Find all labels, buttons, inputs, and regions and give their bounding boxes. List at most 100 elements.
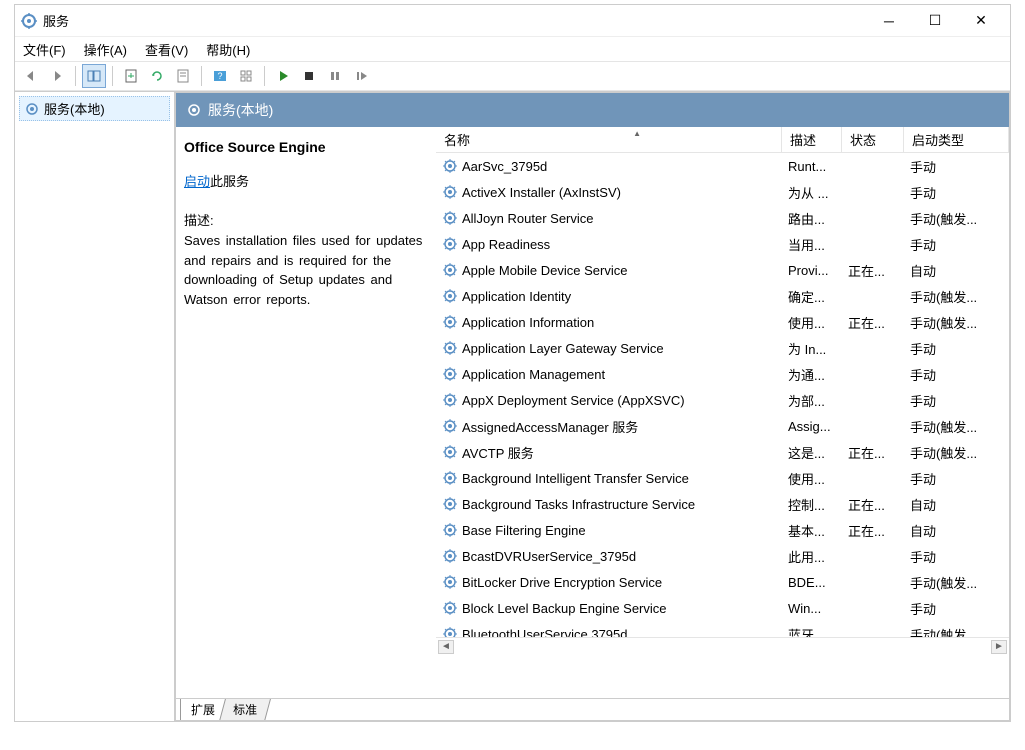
show-hide-tree-button[interactable]	[82, 64, 106, 88]
cell-desc: Win...	[782, 601, 842, 616]
service-gear-icon	[442, 470, 458, 486]
cell-name: AppX Deployment Service (AppXSVC)	[436, 392, 782, 408]
forward-button[interactable]	[45, 64, 69, 88]
cell-name: AllJoyn Router Service	[436, 210, 782, 226]
minimize-button[interactable]: ─	[866, 6, 912, 36]
cell-name: AVCTP 服务	[436, 443, 782, 462]
export-button[interactable]	[119, 64, 143, 88]
service-row[interactable]: AssignedAccessManager 服务Assig...手动(触发...	[436, 413, 1009, 439]
service-gear-icon	[442, 288, 458, 304]
titlebar: 服务 ─ ☐ ✕	[15, 5, 1010, 37]
service-row[interactable]: Application Management为通...手动	[436, 361, 1009, 387]
cell-status: 正在...	[842, 495, 904, 514]
cell-desc: Assig...	[782, 419, 842, 434]
description-text: Saves installation files used for update…	[184, 231, 428, 309]
cell-desc: 这是...	[782, 443, 842, 462]
cell-startup: 手动	[904, 391, 1009, 410]
service-gear-icon	[442, 262, 458, 278]
col-header-desc[interactable]: 描述	[782, 127, 842, 152]
cell-name: AarSvc_3795d	[436, 158, 782, 174]
services-rows[interactable]: AarSvc_3795dRunt... 手动 ActiveX Installer (…	[436, 153, 1009, 637]
start-service-row: 启动此服务	[184, 171, 428, 190]
list-header-bar: 服务(本地)	[176, 93, 1009, 127]
cell-startup: 手动	[904, 469, 1009, 488]
service-row[interactable]: AppX Deployment Service (AppXSVC)为部...手动	[436, 387, 1009, 413]
service-gear-icon	[442, 236, 458, 252]
cell-startup: 自动	[904, 495, 1009, 514]
service-row[interactable]: ActiveX Installer (AxInstSV)为从 ...手动	[436, 179, 1009, 205]
sort-indicator-icon: ▲	[633, 129, 641, 138]
service-row[interactable]: App Readiness当用...手动	[436, 231, 1009, 257]
start-service-link[interactable]: 启动	[184, 174, 210, 189]
cell-startup: 自动	[904, 521, 1009, 540]
service-row[interactable]: Background Tasks Infrastructure Service控…	[436, 491, 1009, 517]
service-row[interactable]: AVCTP 服务这是...正在...手动(触发...	[436, 439, 1009, 465]
service-gear-icon	[442, 210, 458, 226]
service-gear-icon	[442, 418, 458, 434]
service-row[interactable]: BcastDVRUserService_3795d此用...手动	[436, 543, 1009, 569]
description-pane: Office Source Engine 启动此服务 描述: Saves ins…	[176, 127, 436, 698]
service-row[interactable]: Block Level Backup Engine ServiceWin...手…	[436, 595, 1009, 621]
cell-desc: 使用...	[782, 469, 842, 488]
col-header-status[interactable]: 状态	[842, 127, 904, 152]
scroll-left-icon[interactable]: ◄	[438, 640, 454, 654]
cell-startup: 手动(触发...	[904, 313, 1009, 332]
service-row[interactable]: AllJoyn Router Service路由...手动(触发...	[436, 205, 1009, 231]
services-window: 服务 ─ ☐ ✕ 文件(F) 操作(A) 查看(V) 帮助(H) ?	[14, 4, 1011, 722]
close-button[interactable]: ✕	[958, 6, 1004, 36]
tab-standard[interactable]: 标准	[219, 699, 271, 721]
cell-startup: 手动	[904, 339, 1009, 358]
menu-help[interactable]: 帮助(H)	[206, 40, 250, 59]
horizontal-scrollbar[interactable]: ◄ ►	[436, 637, 1009, 655]
cell-desc: 控制...	[782, 495, 842, 514]
list-pane-container: 服务(本地) Office Source Engine 启动此服务 描述: Sa…	[175, 92, 1010, 721]
service-row[interactable]: Application Identity确定...手动(触发...	[436, 283, 1009, 309]
service-gear-icon	[442, 392, 458, 408]
start-service-button[interactable]	[271, 64, 295, 88]
maximize-button[interactable]: ☐	[912, 6, 958, 36]
cell-name: ActiveX Installer (AxInstSV)	[436, 184, 782, 200]
service-row[interactable]: BluetoothUserService 3795d蓝牙...手动(触发...	[436, 621, 1009, 637]
options-button[interactable]	[234, 64, 258, 88]
cell-name: Block Level Backup Engine Service	[436, 600, 782, 616]
cell-name: Application Information	[436, 314, 782, 330]
service-gear-icon	[442, 574, 458, 590]
cell-name: App Readiness	[436, 236, 782, 252]
properties-button[interactable]	[171, 64, 195, 88]
tree-item-services-local[interactable]: 服务(本地)	[19, 96, 170, 121]
service-row[interactable]: Base Filtering Engine基本...正在...自动	[436, 517, 1009, 543]
cell-status: 正在...	[842, 443, 904, 462]
cell-desc: 此用...	[782, 547, 842, 566]
stop-service-button[interactable]	[297, 64, 321, 88]
menu-action[interactable]: 操作(A)	[84, 40, 127, 59]
cell-name: BitLocker Drive Encryption Service	[436, 574, 782, 590]
cell-startup: 自动	[904, 261, 1009, 280]
service-row[interactable]: Application Information使用...正在...手动(触发..…	[436, 309, 1009, 335]
service-row[interactable]: BitLocker Drive Encryption ServiceBDE...…	[436, 569, 1009, 595]
cell-startup: 手动(触发...	[904, 573, 1009, 592]
cell-startup: 手动	[904, 157, 1009, 176]
back-button[interactable]	[19, 64, 43, 88]
col-header-startup[interactable]: 启动类型	[904, 127, 1009, 152]
service-row[interactable]: Apple Mobile Device ServiceProvi...正在...…	[436, 257, 1009, 283]
cell-desc: 基本...	[782, 521, 842, 540]
refresh-button[interactable]	[145, 64, 169, 88]
restart-service-button[interactable]	[349, 64, 373, 88]
column-headers: 名称▲ 描述 状态 启动类型	[436, 127, 1009, 153]
pause-service-button[interactable]	[323, 64, 347, 88]
col-header-name[interactable]: 名称▲	[436, 127, 782, 152]
service-row[interactable]: Application Layer Gateway Service为 In...…	[436, 335, 1009, 361]
menu-file[interactable]: 文件(F)	[23, 40, 66, 59]
help-button[interactable]: ?	[208, 64, 232, 88]
service-gear-icon	[442, 626, 458, 637]
scroll-right-icon[interactable]: ►	[991, 640, 1007, 654]
cell-desc: Runt...	[782, 159, 842, 174]
cell-name: Background Tasks Infrastructure Service	[436, 496, 782, 512]
service-row[interactable]: AarSvc_3795dRunt... 手动	[436, 153, 1009, 179]
menu-view[interactable]: 查看(V)	[145, 40, 188, 59]
service-row[interactable]: Background Intelligent Transfer Service使…	[436, 465, 1009, 491]
cell-name: BcastDVRUserService_3795d	[436, 548, 782, 564]
cell-status: 正在...	[842, 313, 904, 332]
svg-text:?: ?	[217, 71, 222, 81]
services-icon	[21, 13, 37, 29]
